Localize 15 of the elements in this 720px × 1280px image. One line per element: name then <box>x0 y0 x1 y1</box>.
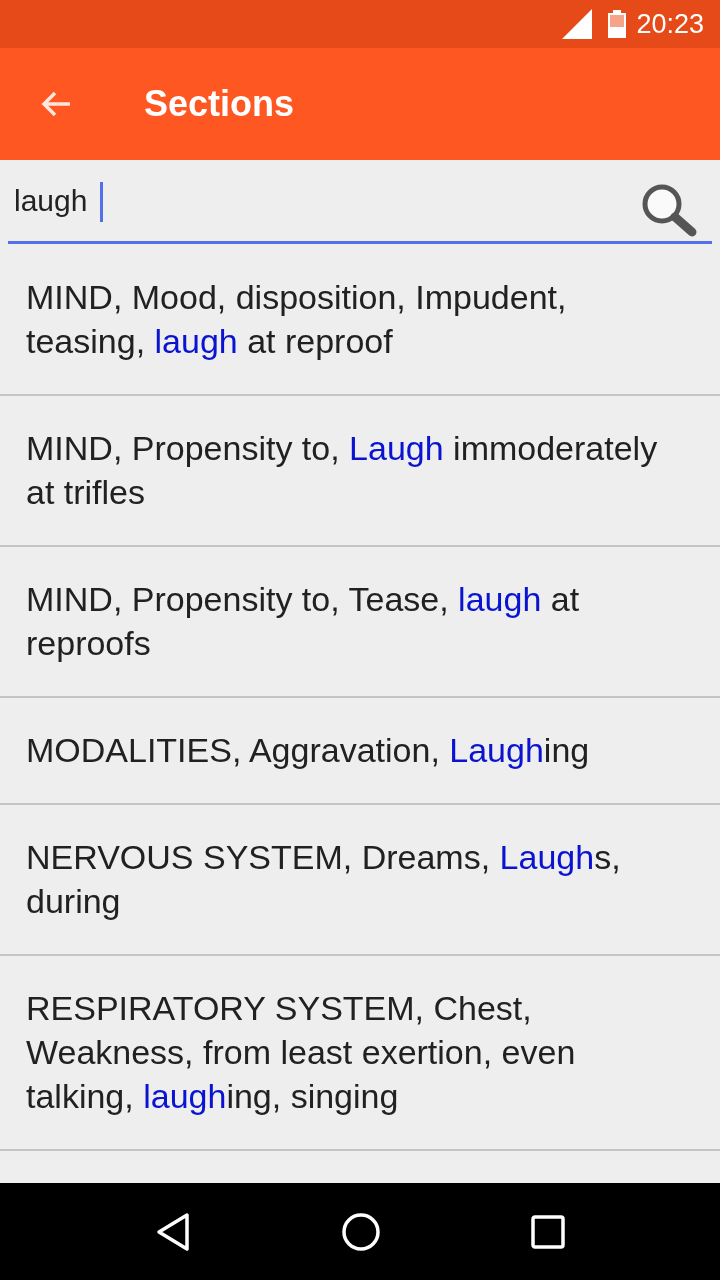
section-item[interactable]: MIND, Propensity to, Tease, laugh at reproofs <box>0 547 720 698</box>
section-item[interactable]: MIND, Mood, disposition, Impudent, teasing, laugh at reproof <box>0 245 720 396</box>
text-cursor <box>100 182 103 222</box>
back-triangle-icon[interactable] <box>155 1211 191 1252</box>
signal-icon <box>562 9 593 39</box>
section-item[interactable]: RESPIRATORY SYSTEM, Chest, Weakness, from least exertion, even talking, laughing, singing <box>0 956 720 1151</box>
section-item[interactable]: MODALITIES, Aggravation, Laughing <box>0 698 720 805</box>
screen-title: Sections <box>144 83 295 125</box>
section-item[interactable]: NERVOUS SYSTEM, Dreams, Laughs, during <box>0 805 720 956</box>
section-item[interactable]: MIND, Propensity to, Laugh immoderately at trifles <box>0 396 720 547</box>
recents-square-icon[interactable] <box>531 1214 565 1249</box>
clock-time: 20:23 <box>636 8 704 40</box>
battery-icon <box>608 10 627 38</box>
back-arrow-icon[interactable] <box>40 90 72 118</box>
home-circle-icon[interactable] <box>341 1211 381 1252</box>
